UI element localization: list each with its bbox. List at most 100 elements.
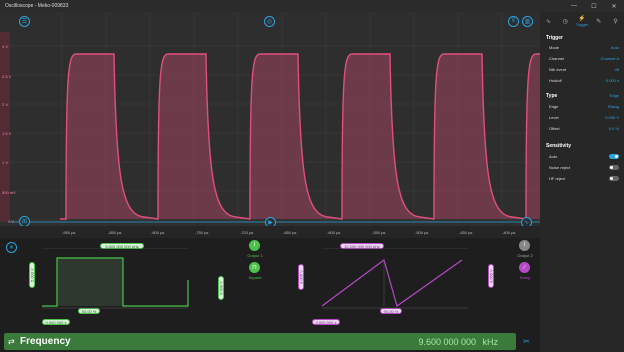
y-axis-label: 2 V xyxy=(2,102,9,107)
row-label: Level xyxy=(549,115,559,120)
row-value: off xyxy=(614,67,619,72)
sensitivity-heading: Sensitivity xyxy=(546,143,572,149)
trigger-mode-row[interactable]: Mode Auto xyxy=(549,45,619,53)
output2-offset-pill[interactable]: 0.000 V xyxy=(488,264,494,288)
tab-trigger[interactable]: ⚡ Trigger xyxy=(574,12,591,30)
row-label: Auto xyxy=(549,154,558,159)
type-select[interactable]: Edge xyxy=(598,93,619,101)
offset-row[interactable]: Offset 0.0 % xyxy=(549,126,619,134)
close-generator-icon[interactable]: ✕ xyxy=(6,242,17,253)
waveform-canvas[interactable] xyxy=(0,12,540,230)
pencil-icon: ✎ xyxy=(596,18,602,25)
measurement-value: 9.600 000 000 xyxy=(418,336,476,347)
output1-power-icon[interactable]: ⏽ xyxy=(249,240,260,251)
waveform-fill xyxy=(60,54,540,219)
hf-reject-toggle[interactable] xyxy=(609,176,619,181)
x-axis-label: -550 µs xyxy=(372,230,386,235)
tab-timebase[interactable]: ◷ xyxy=(557,12,574,30)
row-label: Channel xyxy=(549,56,564,61)
output1-label: Output 1 xyxy=(247,253,263,258)
noise-reject-row: Noise reject xyxy=(549,165,619,173)
trigger-nth-row[interactable]: Nth event off xyxy=(549,67,619,75)
close-button[interactable]: ✕ xyxy=(604,0,624,12)
minimize-button[interactable]: — xyxy=(564,0,584,12)
maximize-button[interactable]: ☐ xyxy=(584,0,604,12)
x-axis-label: -400 µs xyxy=(502,230,516,235)
signal-generator: ✕ 9.600 000 000 kHz 5.000 V 0.000 V 50.0… xyxy=(0,238,540,332)
type-heading: Type xyxy=(546,93,558,99)
y-axis-label: 0 V xyxy=(8,219,15,224)
x-axis-label: -750 µs xyxy=(195,230,209,235)
type-value: Edge xyxy=(609,93,619,98)
waveform-tab-icon: ∿ xyxy=(545,18,551,25)
row-value: Rising xyxy=(607,104,619,109)
output2-power-icon[interactable]: ⏽ xyxy=(519,240,530,251)
y-axis-label: 2.5 V xyxy=(2,74,12,79)
row-value: Channel A xyxy=(600,56,619,61)
row-label: Offset xyxy=(549,126,560,131)
row-value: 0.0 % xyxy=(608,126,619,131)
settings-panel: ∿ ◷ ⚡ Trigger ✎ ⚲ Trigger Mode Auto Channe… xyxy=(540,12,624,352)
clock-icon: ◷ xyxy=(562,18,568,25)
tab-trigger-label: Trigger xyxy=(575,22,589,27)
measurement-unit: kHz xyxy=(482,336,499,347)
x-axis-label: -800 µs xyxy=(151,230,165,235)
y-axis-label: 1 V xyxy=(2,160,9,165)
trigger-icon: ⚡ xyxy=(578,16,586,22)
title-bar: Oscilloscope - Meko-009833 — ☐ ✕ xyxy=(0,0,624,12)
x-axis-label: -850 µs xyxy=(108,230,122,235)
edge-row[interactable]: Edge Rising xyxy=(549,104,619,112)
output1-wave-label: Square xyxy=(248,275,262,280)
row-label: Holdoff xyxy=(549,78,562,83)
record-icon[interactable]: ▥ xyxy=(522,16,533,27)
output2-amplitude-pill[interactable]: 3.000 V xyxy=(298,264,304,290)
y-axis-label: 500 mV xyxy=(2,190,16,195)
scope-plot[interactable]: 4 V 2.5 V 2 V 1.5 V 1 V 500 mV 0 V ☰ ◎ ⫴… xyxy=(0,12,540,230)
x-axis-label: -450 µs xyxy=(459,230,473,235)
x-axis-label: -500 µs xyxy=(415,230,429,235)
output2-label: Output 2 xyxy=(517,253,533,258)
hf-reject-row: HF reject xyxy=(549,176,619,184)
row-label: Mode xyxy=(549,45,560,50)
channel-list-icon[interactable]: ⫴ xyxy=(508,16,519,27)
camera-icon[interactable]: ◎ xyxy=(264,16,275,27)
row-value: Auto xyxy=(610,45,619,50)
trigger-channel-row[interactable]: Channel Channel A xyxy=(549,56,619,64)
noise-reject-toggle[interactable] xyxy=(609,165,619,170)
oscilloscope-app: Oscilloscope - Meko-009833 — ☐ ✕ 4 V 2.5… xyxy=(0,0,624,352)
window-title: Oscilloscope - Meko-009833 xyxy=(5,3,69,9)
tab-measure[interactable]: ✎ xyxy=(590,12,607,30)
menu-icon[interactable]: ☰ xyxy=(19,16,30,27)
tools-icon[interactable]: ✂ xyxy=(521,336,532,347)
swap-icon[interactable]: ⇄ xyxy=(8,337,15,346)
tab-math[interactable]: ⚲ xyxy=(607,12,624,30)
output1-amplitude-pill[interactable]: 5.000 V xyxy=(29,262,35,288)
measurement-title: Frequency xyxy=(20,336,71,347)
row-value: 0.000 V xyxy=(605,115,619,120)
x-axis-label: -650 µs xyxy=(283,230,297,235)
output2-preview xyxy=(322,248,468,309)
row-label: Nth event xyxy=(549,67,567,72)
probe-icon: ⚲ xyxy=(613,18,618,25)
output2-phase-pill[interactable]: 0.000 000 s xyxy=(312,319,340,325)
row-label: HF reject xyxy=(549,176,566,181)
row-label: Edge xyxy=(549,104,559,109)
ramp-wave-icon[interactable]: ∕ xyxy=(519,262,530,273)
tab-waveform[interactable]: ∿ xyxy=(540,12,557,30)
level-row[interactable]: Level 0.000 V xyxy=(549,115,619,123)
output1-preview xyxy=(42,248,189,309)
measurement-bar[interactable]: ⇄ Frequency 9.600 000 000 kHz xyxy=(4,333,516,350)
output2-wave-label: Ramp xyxy=(519,275,531,280)
y-axis-label: 4 V xyxy=(2,44,9,49)
trigger-holdoff-row[interactable]: Holdoff 0.000 s xyxy=(549,78,619,86)
auto-toggle[interactable] xyxy=(609,154,619,159)
output1-phase-pill[interactable]: 0.000 000 s xyxy=(42,319,70,325)
output1-offset-pill[interactable]: 0.000 V xyxy=(218,276,224,300)
x-axis-label: -600 µs xyxy=(327,230,341,235)
trigger-heading: Trigger xyxy=(546,35,563,41)
x-axis-label: -700 µs xyxy=(240,230,254,235)
row-label: Noise reject xyxy=(549,165,571,170)
y-axis-label: 1.5 V xyxy=(2,131,12,136)
square-wave-icon[interactable]: ⊓ xyxy=(249,262,260,273)
sensitivity-auto-row: Auto xyxy=(549,154,619,162)
